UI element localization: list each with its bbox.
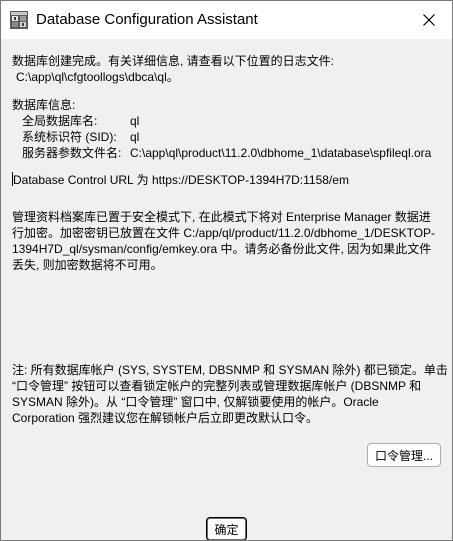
db-info-label-spfile: 服务器参数文件名:: [22, 146, 122, 160]
em-url-line: Database Control URL 为 https://DESKTOP-1…: [13, 173, 349, 187]
note-line: Corporation 强烈建议您在解锁帐户后立即更改默认口令。: [12, 411, 319, 425]
close-button[interactable]: [406, 1, 452, 39]
db-info-value-spfile: C:\app\ql\product\11.2.0\dbhome_1\databa…: [130, 146, 432, 160]
db-info-value-global-name: ql: [130, 114, 140, 128]
password-management-button[interactable]: 口令管理...: [367, 443, 441, 467]
ok-button[interactable]: 确定: [206, 517, 247, 540]
title-bar[interactable]: Database Configuration Assistant: [1, 1, 452, 39]
repo-line: 行加密。加密密钥已放置在文件 C:/app/ql/product/11.2.0/…: [12, 226, 436, 240]
repo-line: 管理资料档案库已置于安全模式下, 在此模式下将对 Enterprise Mana…: [12, 210, 431, 224]
message-content: 数据库创建完成。有关详细信息, 请查看以下位置的日志文件: C:\app\ql\…: [1, 39, 452, 540]
note-line: SYSMAN 除外)。从 “口令管理” 窗口中, 仅解锁要使用的帐户。Oracl…: [12, 395, 379, 409]
dbca-app-icon: [10, 11, 28, 29]
repo-line: 1394H7D_ql/sysman/config/emkey.ora 中。请务必…: [12, 242, 432, 256]
repo-line: 丢失, 则加密数据将不可用。: [12, 258, 163, 272]
dbca-dialog-window: Database Configuration Assistant 数据库创建完成…: [0, 0, 453, 541]
db-info-header: 数据库信息:: [12, 98, 76, 112]
window-title: Database Configuration Assistant: [36, 11, 258, 28]
db-info-label-global-name: 全局数据库名:: [22, 114, 98, 128]
log-path: C:\app\ql\cfgtoollogs\dbca\ql。: [16, 70, 179, 84]
note-line: “口令管理” 按钮可以查看锁定帐户的完整列表或管理数据库帐户 (DBSNMP 和: [12, 379, 422, 393]
db-info-label-sid: 系统标识符 (SID):: [22, 130, 117, 144]
complete-message: 数据库创建完成。有关详细信息, 请查看以下位置的日志文件:: [12, 54, 335, 68]
db-info-value-sid: ql: [130, 130, 140, 144]
close-icon: [423, 14, 435, 26]
note-line: 注: 所有数据库帐户 (SYS, SYSTEM, DBSNMP 和 SYSMAN…: [12, 363, 448, 377]
